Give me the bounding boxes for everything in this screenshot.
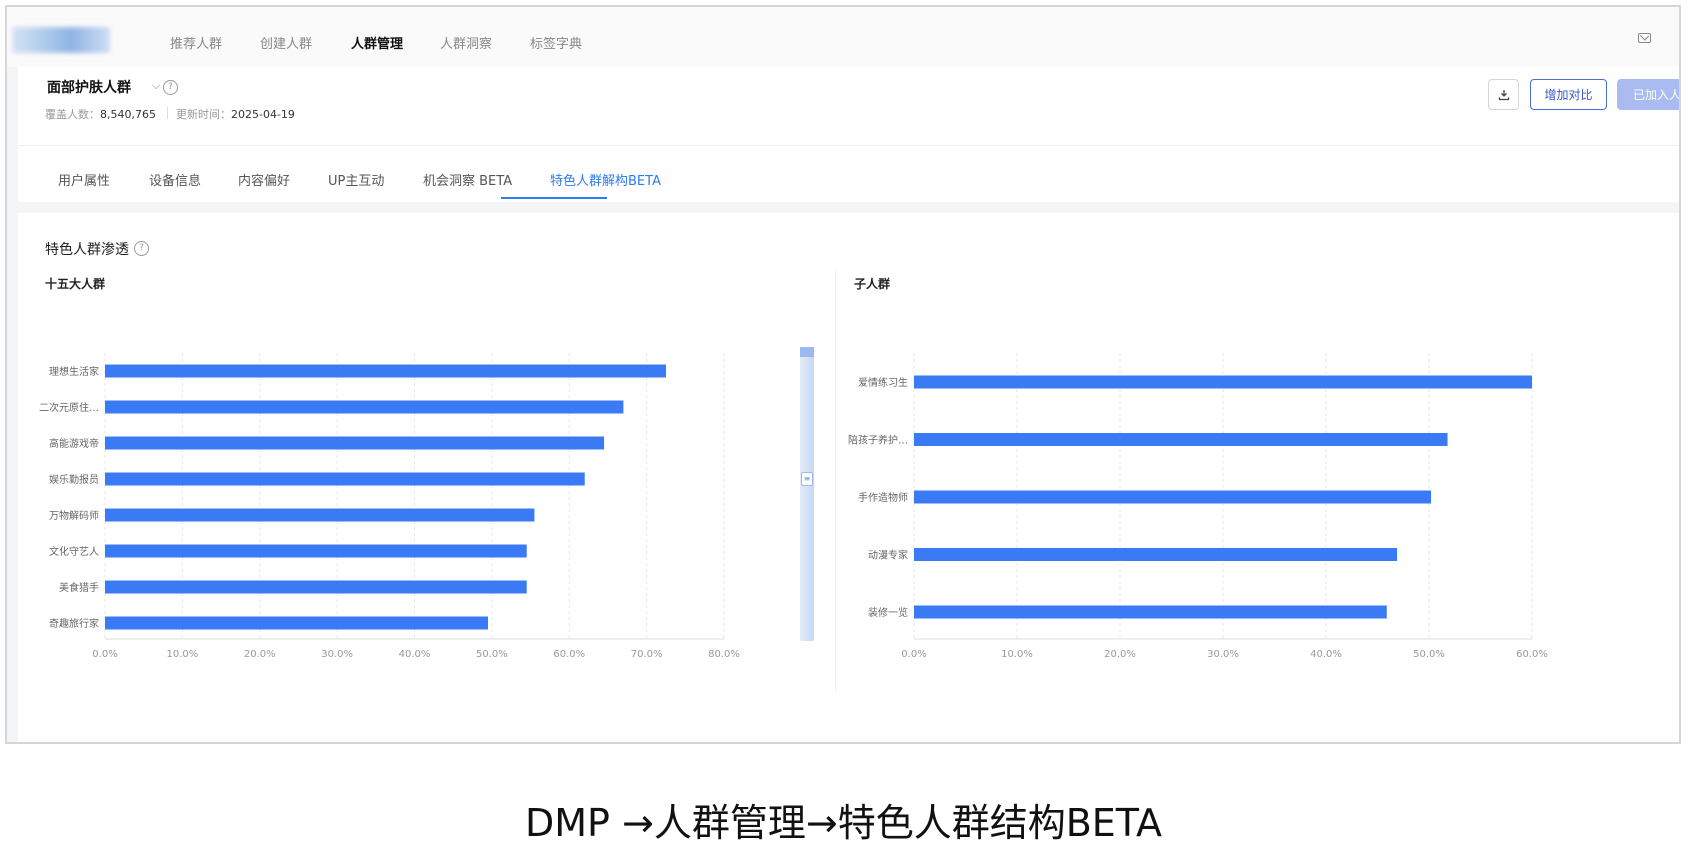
x-tick-label: 0.0% (901, 649, 926, 660)
coverage-value: 8,540,765 (100, 108, 156, 121)
category-label: 动漫专家 (868, 549, 908, 562)
nav-item[interactable]: 人群管理 (351, 33, 403, 52)
tab[interactable]: 用户属性 (58, 170, 110, 189)
tab[interactable]: 内容偏好 (238, 170, 290, 189)
meta-divider (167, 107, 168, 119)
category-label: 爱情练习生 (858, 376, 908, 389)
x-tick-label: 20.0% (1104, 649, 1136, 660)
updated-label: 更新时间： (176, 108, 231, 121)
added-audience-button[interactable]: 已加入人 (1617, 79, 1679, 110)
bar[interactable] (914, 375, 1532, 389)
x-tick-label: 30.0% (1207, 649, 1239, 660)
tab-bar: 用户属性 设备信息 内容偏好 UP主互动 机会洞察 BETA 特色人群解构BETA (18, 145, 1679, 202)
top-navigation: 推荐人群 创建人群 人群管理 人群洞察 标签字典 (7, 7, 1679, 67)
nav-item[interactable]: 人群洞察 (440, 33, 492, 52)
bar[interactable] (914, 548, 1398, 561)
download-button[interactable] (1488, 79, 1519, 110)
bar[interactable] (914, 490, 1432, 504)
mail-icon[interactable] (1638, 33, 1651, 43)
x-tick-label: 50.0% (1413, 649, 1445, 660)
right-bar-chart: 0.0% 10.0% 20.0% 30.0% 40.0% 50.0% 60.0% 爱情练习生陪… (848, 353, 1548, 660)
chevron-down-icon[interactable]: ⌵ (152, 79, 160, 93)
category-label: 陪孩子养护… (848, 434, 908, 447)
bar[interactable] (914, 433, 1448, 446)
segment-header: 面部护肤人群 ⌵ ? 覆盖人数：8,540,765 更新时间：2025-04-1… (18, 67, 1679, 145)
tab[interactable]: 设备信息 (149, 170, 201, 189)
app-window: 推荐人群 创建人群 人群管理 人群洞察 标签字典 面部护肤人群 ⌵ ? 覆盖人数：8,5… (5, 5, 1681, 744)
category-label: 装修一览 (868, 606, 908, 619)
nav-item[interactable]: 推荐人群 (170, 33, 222, 52)
active-tab-indicator (501, 197, 607, 199)
update-time: 更新时间：2025-04-19 (176, 106, 295, 122)
updated-value: 2025-04-19 (231, 108, 295, 121)
x-tick-label: 60.0% (1516, 649, 1548, 660)
x-tick-label: 10.0% (1001, 649, 1033, 660)
add-compare-button[interactable]: 增加对比 (1530, 79, 1607, 110)
x-tick-label: 40.0% (1310, 649, 1342, 660)
coverage-label: 覆盖人数： (45, 108, 100, 121)
segment-name[interactable]: 面部护肤人群 (47, 77, 131, 97)
download-icon (1498, 89, 1509, 100)
coverage-count: 覆盖人数：8,540,765 (45, 106, 156, 122)
tab[interactable]: UP主互动 (328, 170, 384, 189)
category-label: 手作造物师 (858, 491, 908, 504)
tab[interactable]: 机会洞察 BETA (423, 170, 512, 189)
caption: DMP →人群管理→特色人群结构BETA (524, 801, 1163, 845)
help-icon[interactable]: ? (163, 80, 178, 95)
nav-item[interactable]: 标签字典 (530, 33, 582, 52)
nav-item[interactable]: 创建人群 (260, 33, 312, 52)
logo (12, 27, 110, 53)
tab[interactable]: 特色人群解构BETA (550, 170, 661, 189)
penetration-panel: 特色人群渗透 ? 十五大人群 子人群 0.0% 10.0% 20.0% 30.0% 40… (18, 213, 1679, 742)
bar[interactable] (914, 605, 1387, 619)
